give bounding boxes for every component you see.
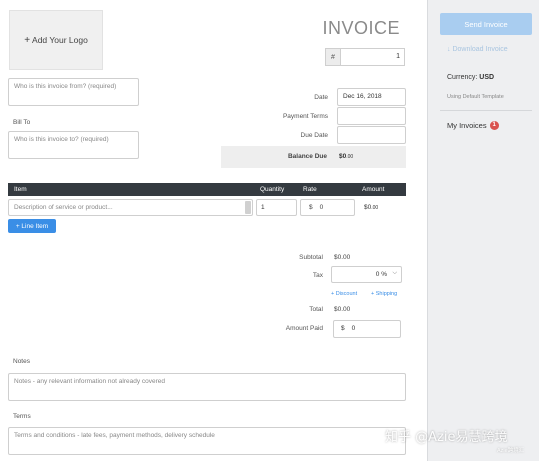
due-date-input[interactable]	[337, 126, 406, 144]
download-invoice-link[interactable]: ↓ Download Invoice	[447, 46, 508, 53]
invoice-editor: + Add Your Logo INVOICE # 1 Who is this …	[0, 0, 424, 461]
currency-selector[interactable]: Currency: USD	[447, 74, 494, 81]
my-invoices-label: My Invoices	[447, 121, 487, 130]
date-input[interactable]: Dec 16, 2018	[337, 88, 406, 106]
header-quantity: Quantity	[260, 186, 285, 193]
balance-due-bar: Balance Due $0.00	[221, 146, 406, 168]
balance-due-cents: .00	[346, 154, 354, 160]
add-shipping-link[interactable]: + Shipping	[371, 291, 397, 297]
from-field[interactable]: Who is this invoice from? (required)	[8, 78, 139, 106]
item-quantity-input[interactable]: 1	[256, 199, 297, 216]
notes-field[interactable]: Notes - any relevant information not alr…	[8, 373, 406, 401]
sidebar-divider	[440, 110, 532, 111]
currency-label: Currency:	[447, 74, 478, 81]
paid-currency: $	[341, 325, 345, 332]
terms-field[interactable]: Terms and conditions - late fees, paymen…	[8, 427, 406, 455]
tax-input[interactable]: 0 % ⌵	[331, 266, 402, 283]
items-table-header: Item Quantity Rate Amount	[8, 183, 406, 196]
item-amount-cents: .00	[371, 205, 379, 211]
due-date-label: Due Date	[300, 132, 328, 139]
tax-value: 0 %	[375, 271, 387, 278]
header-item: Item	[14, 186, 27, 193]
chevron-down-icon: ⌵	[392, 270, 397, 276]
my-invoices-link[interactable]: My Invoices 1	[447, 121, 499, 130]
sidebar	[427, 0, 539, 461]
header-amount: Amount	[362, 186, 385, 193]
subtotal-label: Subtotal	[299, 254, 323, 261]
total-value: $0.00	[334, 306, 351, 313]
invoice-number-group: # 1	[325, 48, 405, 66]
amount-paid-label: Amount Paid	[285, 325, 323, 332]
item-rate-input[interactable]: $0	[300, 199, 355, 216]
hash-icon: #	[325, 48, 340, 66]
payment-terms-input[interactable]	[337, 107, 406, 125]
header-rate: Rate	[303, 186, 317, 193]
amount-paid-input[interactable]: $0	[333, 320, 401, 338]
plus-icon: +	[24, 34, 31, 46]
add-logo-button[interactable]: + Add Your Logo	[9, 10, 103, 70]
add-discount-link[interactable]: + Discount	[331, 291, 357, 297]
add-line-item-button[interactable]: + Line Item	[8, 219, 56, 233]
notes-label: Notes	[13, 358, 30, 365]
date-label: Date	[314, 94, 328, 101]
template-note: Using Default Template	[447, 94, 504, 100]
tax-label: Tax	[312, 272, 323, 279]
item-description-input[interactable]: Description of service or product...	[8, 199, 253, 216]
send-invoice-button[interactable]: Send Invoice	[440, 13, 532, 35]
invoice-count-badge: 1	[489, 121, 499, 130]
watermark: 知乎 @Azie易慧跨境	[385, 430, 508, 445]
terms-label: Terms	[13, 413, 31, 420]
watermark-sub: Azie跨境汇	[497, 448, 525, 454]
subtotal-value: $0.00	[334, 254, 351, 261]
bill-to-label: Bill To	[13, 119, 31, 126]
add-logo-label: Add Your Logo	[32, 35, 88, 45]
total-label: Total	[309, 306, 323, 313]
invoice-title: INVOICE	[322, 18, 400, 38]
drag-handle-icon[interactable]	[245, 201, 251, 214]
balance-due-label: Balance Due	[287, 153, 327, 160]
item-amount: $0.00	[364, 204, 378, 211]
paid-value: 0	[351, 325, 356, 332]
rate-currency: $	[309, 204, 313, 211]
payment-terms-label: Payment Terms	[282, 113, 328, 120]
invoice-number-input[interactable]: 1	[340, 48, 405, 66]
balance-due-value: $0.00	[339, 153, 353, 160]
rate-value: 0	[319, 204, 324, 211]
bill-to-field[interactable]: Who is this invoice to? (required)	[8, 131, 139, 159]
currency-value: USD	[479, 74, 495, 81]
